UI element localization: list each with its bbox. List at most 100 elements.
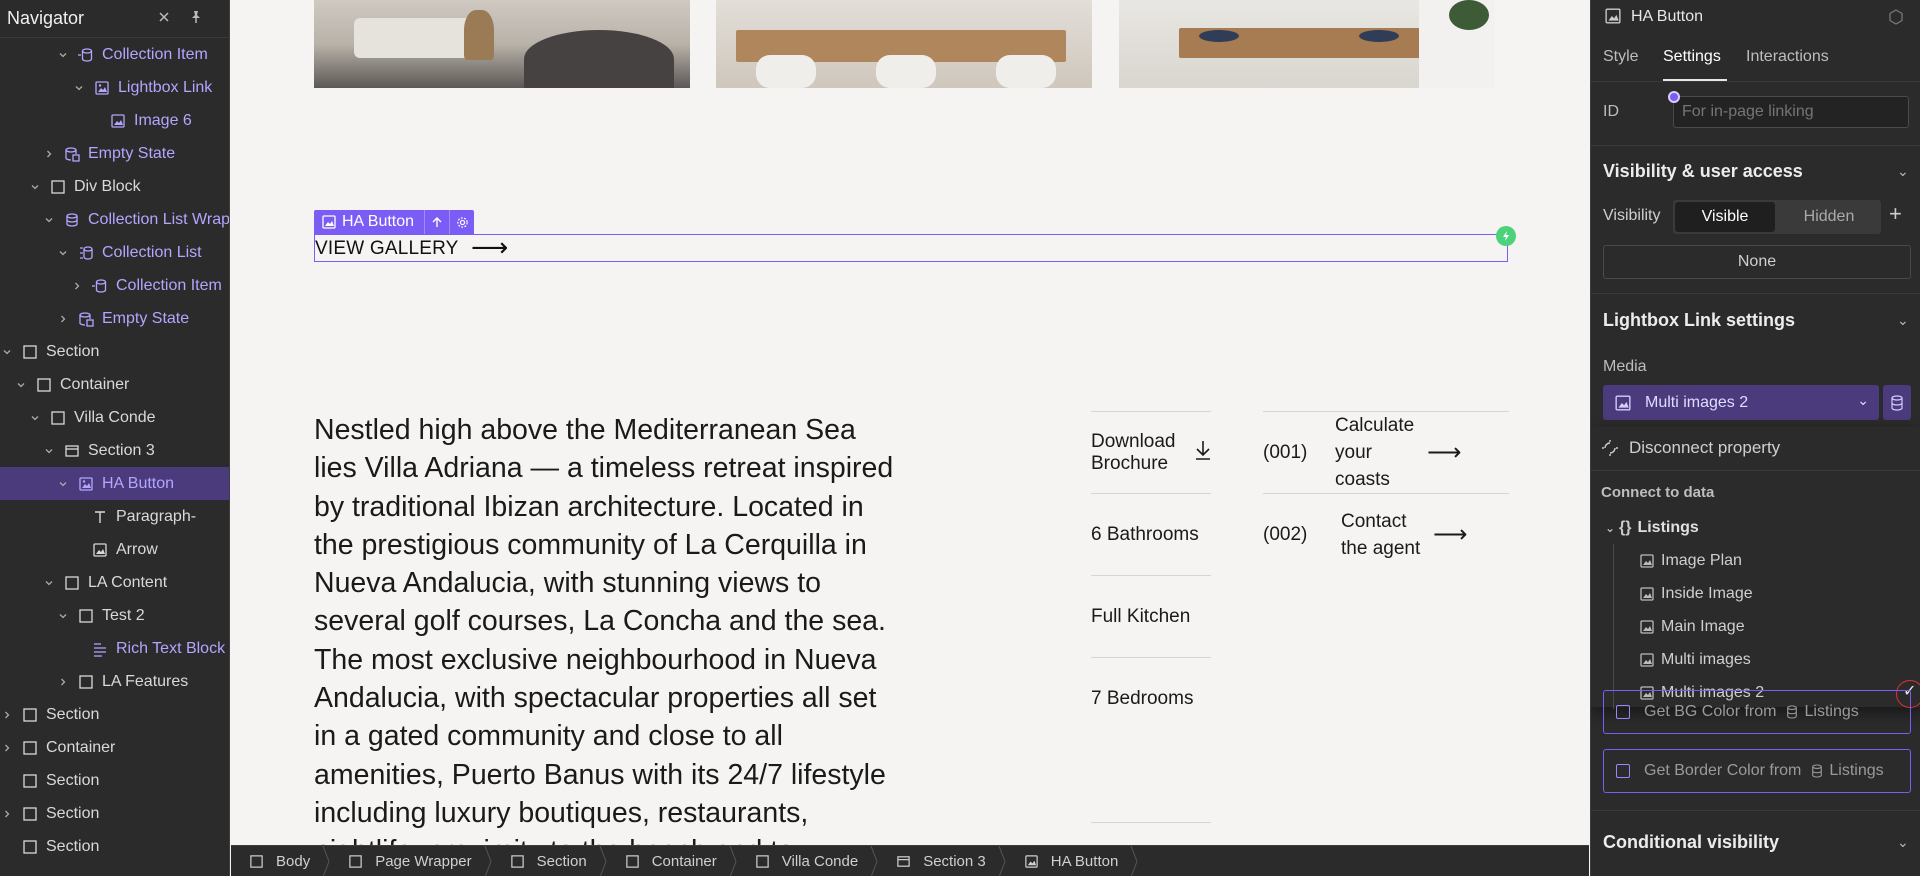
- add-element-icon[interactable]: [1496, 226, 1516, 246]
- navigator-item[interactable]: Collection Item: [0, 38, 229, 71]
- breadcrumb-item[interactable]: Page Wrapper: [330, 845, 492, 876]
- navigator-item[interactable]: Section: [0, 830, 229, 863]
- navigator-item[interactable]: Section 3: [0, 434, 229, 467]
- navigator-item[interactable]: Collection List Wrapper: [0, 203, 229, 236]
- chevron-down-icon[interactable]: [56, 609, 70, 623]
- listing-field-item[interactable]: Inside Image: [1591, 577, 1920, 610]
- chevron-down-icon[interactable]: [14, 378, 28, 392]
- navigator-item[interactable]: Rich Text Block: [0, 632, 229, 665]
- navigator-item[interactable]: LA Content: [0, 566, 229, 599]
- chevron-right-icon[interactable]: [0, 807, 14, 821]
- add-icon[interactable]: +: [1889, 201, 1902, 227]
- listing-field-item[interactable]: Image Plan: [1591, 544, 1920, 577]
- breadcrumb-item[interactable]: Body: [231, 845, 330, 876]
- border-color-checkbox-row[interactable]: Get Border Color from Listings: [1603, 749, 1911, 793]
- chevron-down-icon[interactable]: [72, 81, 86, 95]
- navigator-item[interactable]: Paragraph-: [0, 500, 229, 533]
- navigator-item[interactable]: Section: [0, 764, 229, 797]
- collection-list-icon: [78, 245, 94, 261]
- view-gallery-text[interactable]: VIEW GALLERY: [315, 238, 459, 260]
- listing-field-item[interactable]: Multi images: [1591, 643, 1920, 676]
- visibility-none-button[interactable]: None: [1603, 245, 1911, 279]
- navigator-item[interactable]: Test 2: [0, 599, 229, 632]
- listings-group[interactable]: ⌄ {} Listings: [1591, 511, 1920, 544]
- checkbox[interactable]: [1616, 705, 1630, 719]
- navigator-panel: Navigator Collection Item Lightbox Link Im…: [0, 0, 230, 876]
- conditional-visibility-title[interactable]: Conditional visibility: [1603, 832, 1779, 853]
- design-canvas[interactable]: HA Button VIEW GALLERY ⟶ Nestled high ab…: [231, 0, 1589, 845]
- select-parent-icon[interactable]: [425, 216, 449, 228]
- chevron-right-icon[interactable]: [0, 741, 14, 755]
- breadcrumb-item[interactable]: HA Button: [1006, 845, 1139, 876]
- chevron-right-icon[interactable]: [42, 147, 56, 161]
- navigator-item[interactable]: Collection List: [0, 236, 229, 269]
- component-icon[interactable]: [1887, 8, 1905, 26]
- breadcrumb-separator: [484, 845, 492, 876]
- breadcrumb-item[interactable]: Villa Conde: [737, 845, 878, 876]
- disconnect-property-item[interactable]: Disconnect property: [1591, 431, 1920, 464]
- navigator-header: Navigator: [0, 0, 229, 38]
- navigator-item[interactable]: Empty State: [0, 137, 229, 170]
- box-icon: [625, 854, 640, 869]
- tab-style[interactable]: Style: [1603, 48, 1639, 66]
- navigator-item[interactable]: Section: [0, 335, 229, 368]
- bg-color-checkbox-row[interactable]: Get BG Color from Listings: [1603, 690, 1911, 734]
- chevron-down-icon[interactable]: [42, 213, 56, 227]
- navigator-item[interactable]: Div Block: [0, 170, 229, 203]
- close-icon[interactable]: [156, 9, 172, 25]
- navigator-item[interactable]: Villa Conde: [0, 401, 229, 434]
- chevron-down-icon[interactable]: ⌄: [1897, 163, 1909, 180]
- navigator-item[interactable]: Container: [0, 731, 229, 764]
- cta-link[interactable]: (002) Contact the agent ⟶: [1263, 493, 1509, 575]
- chevron-right-icon[interactable]: [56, 675, 70, 689]
- chevron-down-icon[interactable]: [56, 477, 70, 491]
- visibility-section-title[interactable]: Visibility & user access: [1603, 161, 1803, 182]
- media-select[interactable]: Multi images 2 ⌄: [1603, 385, 1879, 420]
- chevron-right-icon[interactable]: [0, 708, 14, 722]
- chevron-down-icon[interactable]: [56, 246, 70, 260]
- chevron-down-icon[interactable]: [56, 48, 70, 62]
- listing-field-item[interactable]: Main Image: [1591, 610, 1920, 643]
- gear-icon[interactable]: [450, 216, 474, 229]
- navigator-item[interactable]: Section: [0, 698, 229, 731]
- chevron-down-icon[interactable]: ⌄: [1897, 834, 1909, 851]
- tab-interactions[interactable]: Interactions: [1746, 48, 1829, 66]
- tab-settings[interactable]: Settings: [1663, 48, 1721, 66]
- breadcrumb-item[interactable]: Container: [607, 845, 737, 876]
- connect-data-dropdown: Disconnect property Connect to data ⌄ {}…: [1591, 427, 1920, 709]
- chevron-down-icon[interactable]: [0, 345, 14, 359]
- hidden-button[interactable]: Hidden: [1779, 202, 1879, 232]
- chevron-right-icon[interactable]: [70, 279, 84, 293]
- navigator-item[interactable]: LA Features: [0, 665, 229, 698]
- navigator-item[interactable]: Section: [0, 797, 229, 830]
- chevron-right-icon[interactable]: [56, 312, 70, 326]
- navigator-item[interactable]: Empty State: [0, 302, 229, 335]
- breadcrumb-item[interactable]: Section 3: [878, 845, 1006, 876]
- database-icon[interactable]: [1883, 385, 1911, 420]
- braces-icon: {}: [1619, 518, 1632, 536]
- connect-data-title: Connect to data: [1601, 484, 1715, 501]
- navigator-item[interactable]: Container: [0, 368, 229, 401]
- chevron-down-icon[interactable]: ⌄: [1897, 312, 1909, 329]
- chevron-down-icon[interactable]: [28, 411, 42, 425]
- selected-element-label[interactable]: HA Button: [314, 210, 475, 234]
- id-input[interactable]: [1673, 96, 1909, 128]
- chevron-down-icon[interactable]: [42, 576, 56, 590]
- visible-button[interactable]: Visible: [1675, 202, 1775, 232]
- navigator-item[interactable]: HA Button: [0, 467, 229, 500]
- checkbox[interactable]: [1616, 764, 1630, 778]
- navigator-item[interactable]: Lightbox Link: [0, 71, 229, 104]
- villa-description-paragraph[interactable]: Nestled high above the Mediterranean Sea…: [314, 411, 904, 845]
- navigator-item[interactable]: Image 6: [0, 104, 229, 137]
- cta-link[interactable]: (001) Calculate your coasts ⟶: [1263, 411, 1509, 493]
- chevron-down-icon[interactable]: [28, 180, 42, 194]
- lightbox-settings-title[interactable]: Lightbox Link settings: [1603, 310, 1795, 331]
- navigator-item[interactable]: Arrow: [0, 533, 229, 566]
- pin-icon[interactable]: [188, 9, 204, 25]
- navigator-item[interactable]: Collection Item: [0, 269, 229, 302]
- image-icon: [110, 113, 126, 129]
- navigator-item-label: Div Block: [74, 177, 141, 195]
- chevron-down-icon[interactable]: [42, 444, 56, 458]
- binding-dot[interactable]: [1668, 91, 1680, 103]
- breadcrumb-item[interactable]: Section: [492, 845, 607, 876]
